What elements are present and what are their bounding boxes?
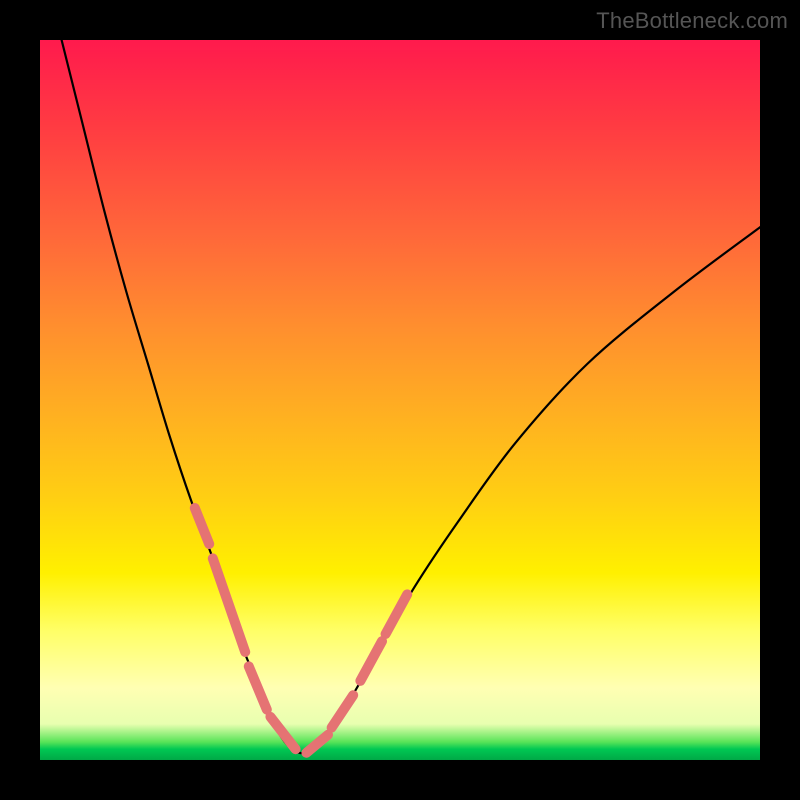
pink-dash-overlay xyxy=(195,508,407,753)
overlay-dash xyxy=(195,508,209,544)
overlay-dash xyxy=(386,594,408,634)
plot-area xyxy=(40,40,760,760)
overlay-dash xyxy=(249,666,267,709)
overlay-dash xyxy=(306,735,328,753)
overlay-dash xyxy=(332,695,354,727)
chart-frame: TheBottleneck.com xyxy=(0,0,800,800)
overlay-dash xyxy=(360,641,382,681)
curve-svg xyxy=(40,40,760,760)
watermark-text: TheBottleneck.com xyxy=(596,8,788,34)
overlay-dash xyxy=(213,558,245,652)
overlay-dash xyxy=(270,717,295,749)
bottleneck-curve xyxy=(62,40,760,753)
